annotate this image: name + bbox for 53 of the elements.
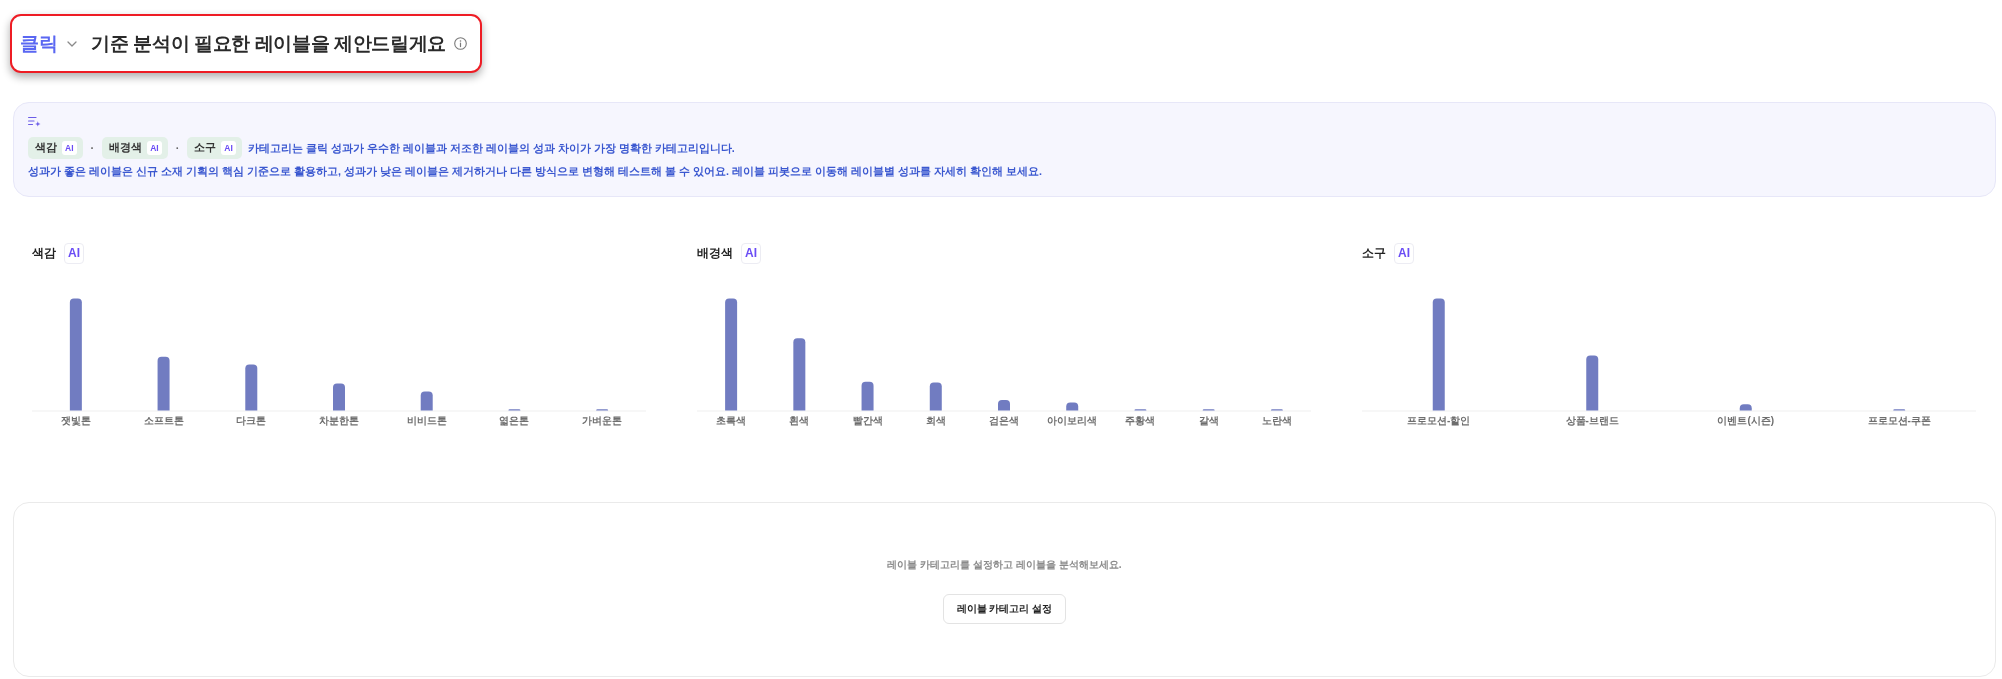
chip-label: 소구 [194,141,217,155]
category-label: 아이보리색 [1047,414,1098,428]
category-label: 프로모션-할인 [1407,414,1471,428]
chart-bar [861,381,874,411]
chart-bar [245,364,258,411]
chart-title: 배경색 [697,245,733,261]
insight-text: 성과가 좋은 레이블은 신규 소재 기획의 핵심 기준으로 활용하고, 성과가 낮은 레이블은 제거하거나 다른 방식으로 변형해 테스트해 볼 수 있어요. 레이블 피봇으로 이동해 레이블별 성과를 자세히 확인해 보세요. [28,164,1042,179]
category-label: 상품-브랜드 [1565,414,1619,428]
empty-state-message: 레이블 카테고리를 설정하고 레이블을 분석해보세요. [887,558,1122,572]
category-label: 갈색 [1198,414,1219,428]
chevron-down-icon [67,40,78,47]
page-title: 기준 분석이 필요한 레이블을 제안드릴게요 [91,31,446,56]
ai-badge: AI [64,242,84,264]
separator-dot: · [89,142,96,154]
category-label: 차분한톤 [319,414,359,428]
chart-bar [420,391,433,411]
chart-bar [1066,402,1079,411]
category-label: 비비드톤 [406,414,447,428]
chart-bar [998,400,1010,411]
metric-dropdown[interactable]: 클릭 [20,30,78,57]
category-label: 검은색 [989,414,1019,428]
ai-badge: AI [221,141,236,155]
category-label: 소프트톤 [143,414,184,428]
category-label: 프로모션-쿠폰 [1867,414,1931,428]
list-sparkle-icon [28,116,41,127]
category-label: 엷은톤 [499,414,530,428]
insight-text: 카테고리는 클릭 성과가 우수한 레이블과 저조한 레이블의 성과 차이가 가장 명확한 카테고리입니다. [247,141,735,156]
chart-bar [1586,355,1599,411]
category-label: 초록색 [716,414,747,428]
chart-bar [1739,404,1752,411]
ai-badge: AI [62,141,77,155]
category-setup-button[interactable]: 레이블 카테고리 설정 [942,594,1067,624]
category-label: 다크톤 [236,414,267,428]
chart-bar [157,356,170,411]
chart-bar [929,382,942,411]
category-label: 잿빛톤 [60,414,91,428]
chart-title: 색감 [32,245,56,261]
ai-badge: AI [1394,242,1414,264]
category-label: 흰색 [789,414,810,428]
chart-bar [333,383,345,411]
category-label: 가벼운톤 [582,414,623,428]
category-label: 이벤트(시즌) [1717,414,1775,428]
ai-badge: AI [741,242,761,264]
chip-label: 배경색 [109,141,143,155]
chip-label: 색감 [35,141,57,155]
category-label: 빨간색 [852,414,883,428]
ai-badge: AI [147,141,162,155]
category-label: 회색 [925,414,946,428]
category-label: 주황색 [1125,414,1156,428]
separator-dot: · [174,142,181,154]
chart-title: 소구 [1362,245,1386,261]
info-icon[interactable] [453,37,467,50]
category-label: 노란색 [1261,414,1292,428]
